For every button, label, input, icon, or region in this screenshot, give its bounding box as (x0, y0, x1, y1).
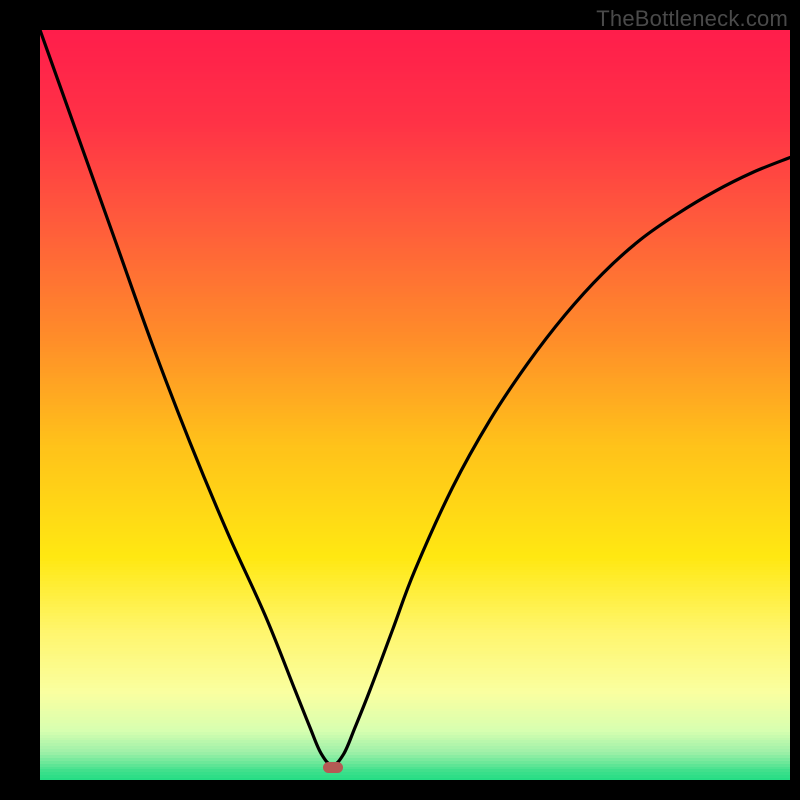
bottleneck-curve (40, 30, 790, 765)
plot-area (40, 30, 790, 780)
chart-frame: TheBottleneck.com (0, 0, 800, 800)
minimum-marker (323, 762, 343, 773)
watermark-text: TheBottleneck.com (596, 6, 788, 32)
curve-svg (40, 30, 790, 780)
